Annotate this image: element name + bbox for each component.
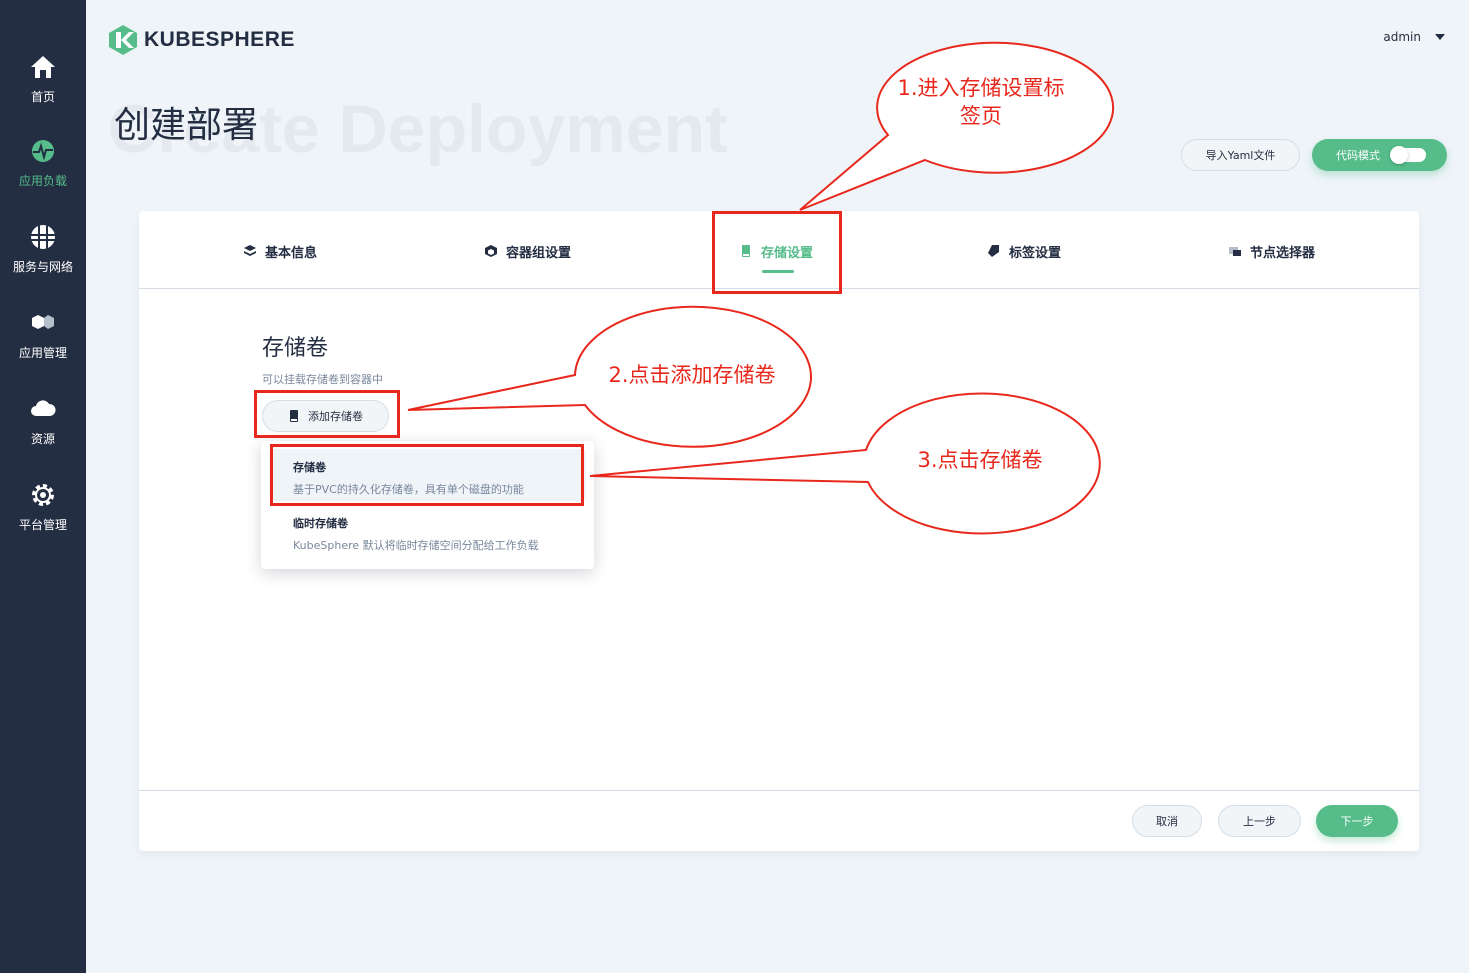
- tab-label: 节点选择器: [1250, 245, 1316, 261]
- code-mode-label: 代码模式: [1336, 149, 1380, 162]
- nav-home-label: 首页: [30, 90, 55, 104]
- cancel-button[interactable]: 取消: [1132, 805, 1202, 837]
- nav-resources[interactable]: 资源: [0, 390, 86, 470]
- username: admin: [1383, 30, 1421, 44]
- page-title: 创建部署: [114, 105, 259, 146]
- cloud-icon: [28, 394, 58, 424]
- import-yaml-button[interactable]: 导入Yaml文件: [1181, 139, 1300, 171]
- app-icon: [28, 308, 58, 338]
- menu-item-temp-volume[interactable]: 临时存储卷 KubeSphere 默认将临时存储空间分配给工作负载: [269, 505, 586, 557]
- nav-workloads-label: 应用负载: [18, 174, 67, 188]
- tab-label-settings[interactable]: 标签设置: [987, 239, 1061, 263]
- menu-item-desc: KubeSphere 默认将临时存储空间分配给工作负载: [293, 539, 539, 552]
- nav-platform[interactable]: 平台管理: [0, 476, 86, 556]
- tab-node-selector[interactable]: 节点选择器: [1228, 239, 1315, 263]
- layers-icon: [244, 245, 256, 256]
- callout-1-line2: 签页: [960, 104, 1002, 128]
- tab-label: 标签设置: [1009, 245, 1062, 261]
- nav-network-label: 服务与网络: [12, 260, 73, 274]
- sidebar: 首页 应用负载 服务与网络 应用管理 资源 平台管理: [0, 0, 86, 973]
- nav-home[interactable]: 首页: [0, 48, 86, 128]
- tab-pod-settings[interactable]: 容器组设置: [484, 239, 571, 263]
- kubesphere-logo[interactable]: KUBESPHERE: [108, 24, 295, 56]
- workload-icon: [28, 136, 58, 166]
- nav-resources-label: 资源: [30, 432, 55, 446]
- brand-name: KUBESPHERE: [144, 28, 295, 51]
- tab-basic-info[interactable]: 基本信息: [243, 239, 317, 263]
- highlight-volume-option: [270, 444, 584, 506]
- home-icon: [28, 52, 58, 82]
- node-icon: [1229, 247, 1241, 256]
- nav-platform-label: 平台管理: [18, 518, 67, 532]
- toggle-switch[interactable]: [1390, 146, 1426, 164]
- code-mode-toggle[interactable]: 代码模式: [1312, 139, 1447, 171]
- callout-1-text: 1.进入存储设置标 签页: [874, 74, 1088, 130]
- callout-1-line1: 1.进入存储设置标: [897, 76, 1065, 100]
- gear-icon: [28, 480, 58, 510]
- wizard-card: 基本信息 容器组设置 存储设置 标签设置 节点选择器 存储卷 可以挂载存储卷到容…: [139, 211, 1419, 851]
- menu-item-title: 临时存储卷: [293, 517, 348, 530]
- nav-network[interactable]: 服务与网络: [0, 218, 86, 298]
- tag-icon: [988, 245, 999, 257]
- section-title: 存储卷: [262, 336, 329, 361]
- cube-icon: [485, 245, 497, 257]
- highlight-storage-tab: [712, 211, 842, 294]
- section-description: 可以挂载存储卷到容器中: [262, 373, 383, 386]
- previous-button[interactable]: 上一步: [1218, 805, 1301, 837]
- callout-3-text: 3.点击存储卷: [917, 448, 1043, 472]
- nav-workloads[interactable]: 应用负载: [0, 132, 86, 212]
- next-button[interactable]: 下一步: [1316, 805, 1398, 837]
- highlight-add-volume: [254, 390, 400, 438]
- caret-down-icon: [1435, 34, 1445, 40]
- tab-label: 容器组设置: [506, 245, 572, 261]
- callout-2-text: 2.点击添加存储卷: [608, 363, 776, 387]
- nav-apps-label: 应用管理: [18, 346, 67, 360]
- tab-label: 基本信息: [265, 245, 318, 261]
- kubesphere-logo-icon: [109, 25, 137, 55]
- nav-apps[interactable]: 应用管理: [0, 304, 86, 384]
- network-icon: [28, 222, 58, 252]
- user-menu[interactable]: admin: [1383, 30, 1445, 44]
